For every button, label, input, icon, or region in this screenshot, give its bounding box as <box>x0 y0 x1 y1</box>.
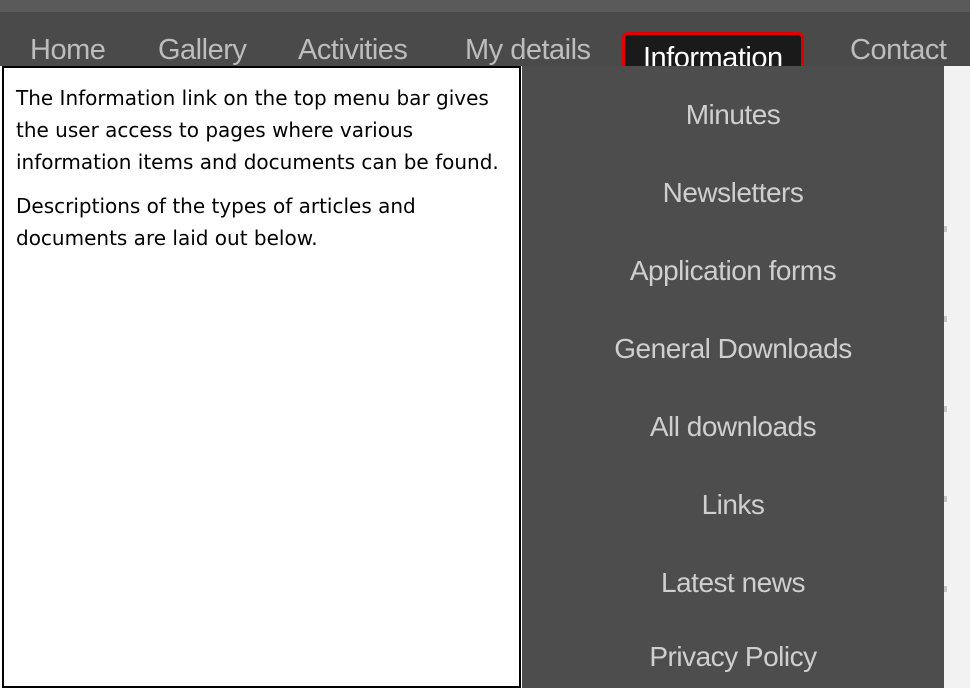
nav-gallery[interactable]: Gallery <box>158 30 247 70</box>
nav-contact[interactable]: Contact <box>850 30 947 70</box>
menu-item-general-downloads[interactable]: General Downloads <box>522 324 944 374</box>
divider <box>944 586 947 592</box>
description-paragraph: The Information link on the top menu bar… <box>16 86 499 174</box>
divider <box>944 496 947 502</box>
information-dropdown-menu: Minutes Newsletters Application forms Ge… <box>522 66 944 688</box>
nav-my-details[interactable]: My details <box>465 30 591 70</box>
menu-item-application-forms[interactable]: Application forms <box>522 246 944 296</box>
information-description: The Information link on the top menu bar… <box>2 66 521 688</box>
menu-item-links[interactable]: Links <box>522 480 944 530</box>
menu-item-latest-news[interactable]: Latest news <box>522 558 944 608</box>
menu-item-newsletters[interactable]: Newsletters <box>522 168 944 218</box>
nav-activities[interactable]: Activities <box>298 30 408 70</box>
menu-item-all-downloads[interactable]: All downloads <box>522 402 944 452</box>
description-paragraph: Descriptions of the types of articles an… <box>16 194 416 250</box>
page-background-right <box>944 66 970 688</box>
nav-home[interactable]: Home <box>30 30 106 70</box>
menu-item-privacy-policy[interactable]: Privacy Policy <box>522 632 944 682</box>
menu-item-minutes[interactable]: Minutes <box>522 90 944 140</box>
divider <box>944 226 947 232</box>
top-menu-bar: Home Gallery Activities My details Infor… <box>0 0 970 84</box>
divider <box>944 406 947 412</box>
divider <box>944 316 947 322</box>
